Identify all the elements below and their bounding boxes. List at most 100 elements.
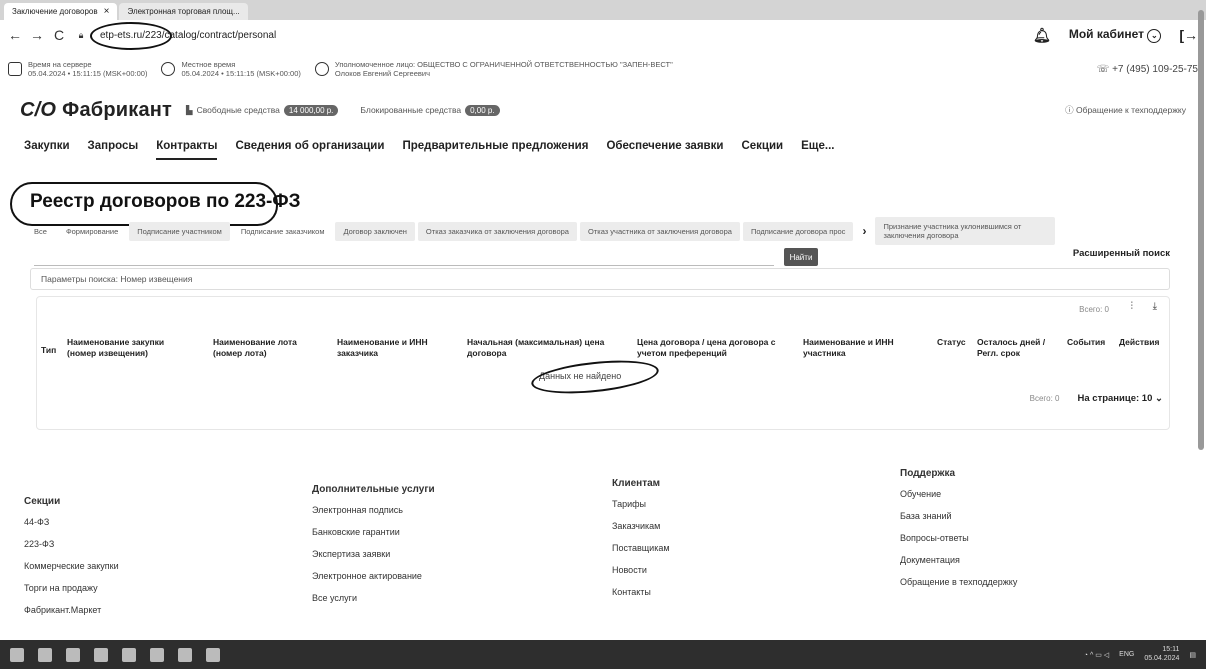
clock[interactable]: 15:11 05.04.2024 [1144, 646, 1179, 663]
filter-forming[interactable]: Формирование [58, 222, 126, 241]
filter-customer-refusal[interactable]: Отказ заказчика от заключения договора [417, 221, 577, 241]
url-field[interactable]: etp-ets.ru/223/catalog/contract/personal [90, 21, 280, 50]
server-time-label: Время на сервере [28, 60, 92, 69]
logout-icon[interactable]: [→ [1179, 27, 1198, 43]
footer-link[interactable]: Вопросы-ответы [900, 533, 1017, 543]
column-header-type: Тип [41, 345, 57, 355]
footer-link[interactable]: Коммерческие закупки [24, 561, 119, 571]
free-funds: ▙ Свободные средства 14 000,00 р. [186, 104, 339, 116]
mail-icon[interactable] [178, 647, 192, 662]
footer-sections: Секции 44-ФЗ 223-ФЗ Коммерческие закупки… [24, 496, 119, 627]
total-count-bottom: Всего: 0 [1029, 394, 1060, 403]
back-icon[interactable]: ← [8, 27, 22, 43]
language-indicator[interactable]: ENG [1119, 651, 1134, 658]
search-icon[interactable] [38, 647, 52, 662]
lock-icon: 🔒︎ [78, 29, 84, 40]
footer-link[interactable]: Фабрикант.Маркет [24, 605, 119, 615]
filter-participant-refusal[interactable]: Отказ участника от заключения договора [579, 221, 740, 241]
settings-icon[interactable] [150, 647, 164, 662]
search-input[interactable] [34, 265, 774, 266]
footer-link[interactable]: Торги на продажу [24, 583, 119, 593]
footer-sections-title: Секции [24, 496, 61, 507]
filter-signing-overdue[interactable]: Подписание договора прос [742, 221, 854, 241]
download-icon[interactable]: ⤓ [1153, 301, 1157, 312]
footer-link[interactable]: Банковские гарантии [312, 527, 435, 537]
browser-tab-etp[interactable]: Электронная торговая площ... [119, 3, 248, 20]
footer-link[interactable]: Документация [900, 555, 1017, 565]
chat-icon[interactable] [66, 647, 80, 662]
footer-link[interactable]: Экспертиза заявки [312, 549, 435, 559]
footer-link[interactable]: 223-ФЗ [24, 539, 119, 549]
nav-item-contracts[interactable]: Контракты [156, 140, 218, 160]
nav-item-organization[interactable]: Сведения об организации [235, 140, 384, 160]
column-header-events: События [1067, 337, 1106, 347]
per-page-select[interactable]: На странице: 10 ⌄ [1078, 393, 1164, 404]
clock-icon [161, 62, 176, 76]
footer-clients: Клиентам Тарифы Заказчикам Поставщикам Н… [612, 478, 670, 609]
nav-item-purchases[interactable]: Закупки [24, 140, 70, 160]
close-icon[interactable]: × [104, 6, 110, 17]
nav-item-more[interactable]: Еще... [801, 140, 834, 160]
header-actions: 🔔︎ Мой кабинет ⌄ [→ [1033, 27, 1198, 44]
find-button[interactable]: Найти [784, 248, 818, 266]
forward-icon[interactable]: → [30, 27, 44, 43]
nav-item-requests[interactable]: Запросы [88, 140, 139, 160]
nav-item-preliminary-offers[interactable]: Предварительные предложения [402, 140, 588, 160]
browser-icon[interactable] [122, 647, 136, 662]
footer-link[interactable]: Заказчикам [612, 521, 670, 531]
page-title: Реестр договоров по 223-ФЗ [30, 191, 301, 212]
support-link[interactable]: ⓘ Обращение к техподдержку [1065, 104, 1186, 116]
start-icon[interactable] [10, 647, 24, 662]
column-header-initial-price[interactable]: Начальная (максимальная) цена договора [467, 337, 617, 358]
app-icon[interactable] [206, 647, 220, 662]
column-header-contract-price: Цена договора / цена договора с учетом п… [637, 337, 776, 358]
my-cabinet-button[interactable]: Мой кабинет ⌄ [1069, 27, 1162, 43]
footer-link[interactable]: Новости [612, 565, 670, 575]
footer-link[interactable]: 44-ФЗ [24, 517, 119, 527]
blocked-funds: Блокированные средства 0,00 р. [360, 104, 500, 116]
footer-link[interactable]: База знаний [900, 511, 1017, 521]
local-time-label: Местное время [181, 60, 236, 69]
footer-link[interactable]: Обращение в техподдержку [900, 577, 1017, 587]
footer-link[interactable]: Все услуги [312, 593, 435, 603]
search-params[interactable]: Параметры поиска: Номер извещения [30, 268, 1170, 290]
filter-participant-evasion[interactable]: Признание участника уклонившимся от закл… [875, 216, 1056, 246]
local-time-block: Местное время 05.04.2024 • 15:11:15 (MSK… [161, 60, 301, 78]
blocked-funds-label: Блокированные средства [360, 105, 462, 115]
chevron-down-icon[interactable]: ⌄ [1147, 29, 1162, 43]
scrollbar[interactable] [1198, 10, 1204, 450]
user-icon [314, 62, 329, 76]
bell-icon[interactable]: 🔔︎ [1033, 27, 1051, 44]
network-icon[interactable]: ◔ ^ ▭ ◁ [1084, 651, 1109, 659]
footer-link[interactable]: Электронное актирование [312, 571, 435, 581]
clock-time: 15:11 [1162, 646, 1180, 654]
column-settings-icon[interactable]: ⫶ [1131, 301, 1134, 312]
contracts-table: Всего: 0 ⫶ ⤓ Тип Наименование закупки (н… [36, 296, 1170, 430]
footer-link[interactable]: Электронная подпись [312, 505, 435, 515]
my-cabinet-label: Мой кабинет [1068, 27, 1144, 41]
logo[interactable]: C/O Фабрикант [20, 99, 172, 122]
footer-link[interactable]: Обучение [900, 489, 1017, 499]
footer-link[interactable]: Поставщикам [612, 543, 670, 553]
brand-bar: C/O Фабрикант ▙ Свободные средства 14 000… [0, 96, 1206, 124]
advanced-search-link[interactable]: Расширенный поиск [1073, 248, 1170, 259]
logo-text: Фабрикант [62, 98, 173, 121]
filter-signing-customer[interactable]: Подписание заказчиком [233, 222, 333, 241]
filter-contract-concluded[interactable]: Договор заключен [335, 221, 415, 241]
phone-number[interactable]: ☏ +7 (495) 109-25-75 [1097, 64, 1198, 75]
footer-link[interactable]: Контакты [612, 587, 670, 597]
reload-icon[interactable]: C [52, 27, 66, 43]
chevron-right-icon[interactable]: › [856, 224, 872, 238]
footer-link[interactable]: Тарифы [612, 499, 670, 509]
browser-tab-contracts[interactable]: Заключение договоров × [4, 3, 118, 20]
notifications-icon[interactable]: ▤ [1189, 651, 1196, 659]
address-bar: ← → C 🔒︎ etp-ets.ru/223/catalog/contract… [0, 20, 1206, 50]
footer-clients-title: Клиентам [612, 478, 661, 489]
free-funds-badge: 14 000,00 р. [283, 104, 339, 116]
filter-signing-participant[interactable]: Подписание участником [129, 221, 230, 241]
nav-item-bid-security[interactable]: Обеспечение заявки [606, 140, 723, 160]
nav-item-sections[interactable]: Секции [741, 140, 783, 160]
files-icon[interactable] [94, 647, 108, 662]
free-funds-label: Свободные средства [196, 105, 280, 115]
filter-all[interactable]: Все [26, 222, 55, 241]
